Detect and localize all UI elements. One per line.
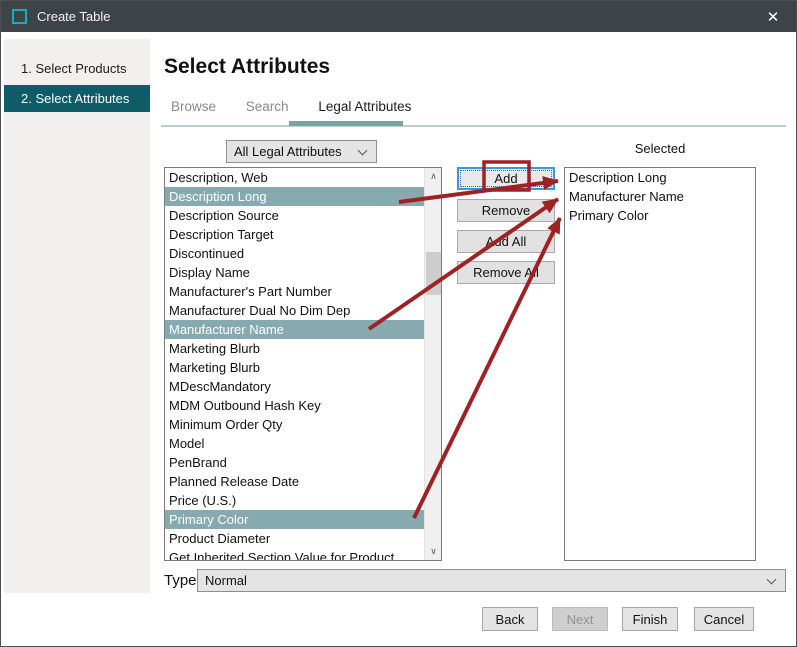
back-button[interactable]: Back bbox=[482, 607, 538, 631]
remove-all-button[interactable]: Remove All bbox=[457, 261, 555, 284]
finish-button[interactable]: Finish bbox=[622, 607, 678, 631]
scroll-up-icon[interactable]: ∧ bbox=[425, 168, 442, 185]
tab-browse[interactable]: Browse bbox=[171, 99, 216, 114]
list-item[interactable]: Product Diameter bbox=[165, 529, 424, 548]
list-item[interactable]: PenBrand bbox=[165, 453, 424, 472]
list-item[interactable]: Primary Color bbox=[565, 206, 755, 225]
available-attributes-list[interactable]: Description, WebDescription LongDescript… bbox=[164, 167, 442, 561]
tabs-divider bbox=[161, 125, 786, 127]
available-attributes-items: Description, WebDescription LongDescript… bbox=[165, 168, 424, 560]
list-item[interactable]: Marketing Blurb bbox=[165, 358, 424, 377]
list-item[interactable]: Marketing Blurb bbox=[165, 339, 424, 358]
cancel-button[interactable]: Cancel bbox=[694, 607, 754, 631]
list-item[interactable]: Price (U.S.) bbox=[165, 491, 424, 510]
tab-search[interactable]: Search bbox=[246, 99, 289, 114]
list-item[interactable]: Get Inherited Section Value for Product bbox=[165, 548, 424, 560]
chevron-down-icon bbox=[767, 574, 777, 584]
list-item[interactable]: Manufacturer Dual No Dim Dep bbox=[165, 301, 424, 320]
next-button[interactable]: Next bbox=[552, 607, 608, 631]
scrollbar-thumb[interactable] bbox=[426, 252, 441, 295]
list-item[interactable]: Description, Web bbox=[165, 168, 424, 187]
close-button[interactable]: ✕ bbox=[750, 1, 796, 32]
attribute-filter-dropdown[interactable]: All Legal Attributes bbox=[226, 140, 377, 163]
type-label: Type bbox=[164, 572, 197, 589]
close-icon: ✕ bbox=[767, 8, 780, 26]
vertical-scrollbar[interactable]: ∧ ∨ bbox=[424, 168, 441, 560]
app-icon bbox=[12, 9, 27, 24]
add-all-button[interactable]: Add All bbox=[457, 230, 555, 253]
titlebar: Create Table ✕ bbox=[1, 1, 796, 32]
tab-bar: Browse Search Legal Attributes bbox=[171, 99, 437, 114]
list-item[interactable]: MDM Outbound Hash Key bbox=[165, 396, 424, 415]
wizard-steps-sidebar: 1. Select Products 2. Select Attributes bbox=[4, 39, 150, 593]
list-item[interactable]: Description Source bbox=[165, 206, 424, 225]
list-item[interactable]: Model bbox=[165, 434, 424, 453]
list-item[interactable]: Description Long bbox=[165, 187, 424, 206]
list-item[interactable]: Description Long bbox=[565, 168, 755, 187]
list-item[interactable]: MDescMandatory bbox=[165, 377, 424, 396]
list-item[interactable]: Description Target bbox=[165, 225, 424, 244]
list-item[interactable]: Planned Release Date bbox=[165, 472, 424, 491]
list-item[interactable]: Manufacturer Name bbox=[165, 320, 424, 339]
selected-attributes-list[interactable]: Description LongManufacturer NamePrimary… bbox=[564, 167, 756, 561]
selected-panel-label: Selected bbox=[564, 141, 756, 156]
attribute-filter-value: All Legal Attributes bbox=[227, 144, 359, 159]
create-table-dialog: Create Table ✕ 1. Select Products 2. Sel… bbox=[0, 0, 797, 647]
list-item[interactable]: Discontinued bbox=[165, 244, 424, 263]
type-dropdown[interactable]: Normal bbox=[197, 569, 786, 592]
page-title: Select Attributes bbox=[164, 55, 330, 79]
sidebar-item-label: 1. Select Products bbox=[21, 61, 127, 76]
list-item[interactable]: Manufacturer's Part Number bbox=[165, 282, 424, 301]
sidebar-item-select-attributes[interactable]: 2. Select Attributes bbox=[4, 85, 150, 112]
tab-legal-attributes[interactable]: Legal Attributes bbox=[318, 99, 411, 114]
sidebar-item-select-products[interactable]: 1. Select Products bbox=[4, 55, 150, 82]
scroll-down-icon[interactable]: ∨ bbox=[425, 543, 442, 560]
active-tab-underline bbox=[289, 121, 403, 126]
selected-attributes-items: Description LongManufacturer NamePrimary… bbox=[565, 168, 755, 560]
list-item[interactable]: Primary Color bbox=[165, 510, 424, 529]
add-button[interactable]: Add bbox=[457, 167, 555, 190]
window-title: Create Table bbox=[37, 9, 110, 24]
list-item[interactable]: Manufacturer Name bbox=[565, 187, 755, 206]
sidebar-item-label: 2. Select Attributes bbox=[21, 91, 129, 106]
list-item[interactable]: Display Name bbox=[165, 263, 424, 282]
remove-button[interactable]: Remove bbox=[457, 199, 555, 222]
type-value: Normal bbox=[198, 573, 768, 588]
chevron-down-icon bbox=[358, 145, 368, 155]
list-item[interactable]: Minimum Order Qty bbox=[165, 415, 424, 434]
